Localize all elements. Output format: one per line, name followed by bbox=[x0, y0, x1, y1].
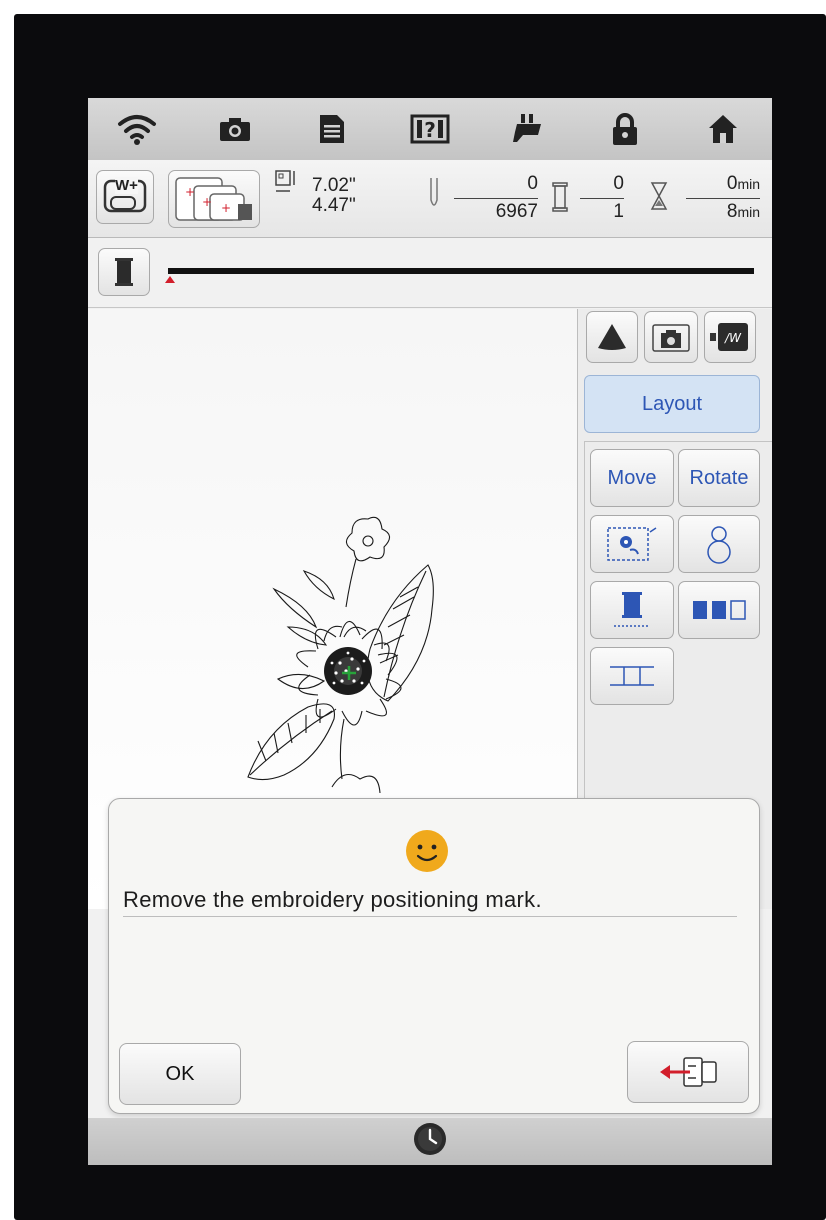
ok-label: OK bbox=[165, 1062, 195, 1085]
frame-label: W+ bbox=[115, 177, 138, 194]
time-unit-total: min bbox=[737, 204, 760, 220]
top-toolbar: ? bbox=[88, 98, 772, 160]
dialog-message: Remove the embroidery positioning mark. bbox=[123, 887, 737, 917]
thread-color-button[interactable] bbox=[98, 248, 150, 296]
flower-in-frame-icon bbox=[607, 527, 657, 561]
three-spools-icon bbox=[693, 600, 746, 620]
presser-foot-icon[interactable] bbox=[508, 109, 548, 149]
my-design-snap-button[interactable]: /W bbox=[704, 311, 756, 363]
needle-icon bbox=[428, 178, 440, 217]
frame-retract-arrow-icon bbox=[660, 1057, 717, 1087]
frame-return-button[interactable] bbox=[627, 1041, 749, 1103]
help-icon[interactable]: ? bbox=[410, 109, 450, 149]
stitch-total: 6967 bbox=[495, 201, 538, 222]
embroidery-frame-button[interactable]: W+ bbox=[96, 170, 154, 224]
svg-text:/W: /W bbox=[724, 331, 742, 345]
thread-color-sort-button[interactable] bbox=[590, 581, 674, 639]
color-shuffle-button[interactable] bbox=[678, 581, 760, 639]
hourglass-icon bbox=[650, 182, 668, 215]
camera-icon[interactable] bbox=[215, 109, 255, 149]
rotate-button[interactable]: Rotate bbox=[678, 449, 760, 507]
triangle-icon bbox=[598, 324, 626, 350]
progress-marker[interactable] bbox=[165, 276, 175, 283]
pattern-height: 4.47" bbox=[312, 195, 356, 216]
document-icon[interactable] bbox=[312, 109, 352, 149]
wifi-icon[interactable] bbox=[117, 109, 157, 149]
pattern-width: 7.02" bbox=[312, 175, 356, 196]
color-total: 1 bbox=[613, 201, 624, 222]
svg-text:+: + bbox=[185, 185, 195, 199]
svg-text:+: + bbox=[202, 195, 212, 209]
thread-cutting-button[interactable] bbox=[586, 311, 638, 363]
pattern-size-icon bbox=[274, 170, 300, 201]
time-total: 8 bbox=[726, 201, 738, 222]
pattern-position-button[interactable] bbox=[590, 515, 674, 573]
sewing-progress-row bbox=[88, 238, 772, 308]
blue-spool-icon bbox=[614, 592, 650, 627]
touch-screen: ? W+ + + + 7.02" 4.47" 0 6967 0 1 0min 8… bbox=[88, 98, 772, 1165]
frame-selection-button[interactable]: + + + bbox=[168, 170, 260, 228]
camera-frame-icon bbox=[652, 324, 690, 352]
progress-bar[interactable] bbox=[168, 268, 754, 274]
svg-text:+: + bbox=[221, 201, 231, 215]
stitch-current: 0 bbox=[527, 173, 538, 194]
spool-icon bbox=[115, 258, 133, 286]
home-icon[interactable] bbox=[703, 109, 743, 149]
thread-spool-icon bbox=[552, 182, 568, 217]
design-snap-icon: /W bbox=[710, 323, 748, 351]
embroidery-camera-button[interactable] bbox=[644, 311, 698, 363]
time-unit-current: min bbox=[737, 176, 760, 192]
move-label: Move bbox=[607, 466, 657, 489]
rotate-label: Rotate bbox=[689, 466, 749, 489]
bobbin-button[interactable] bbox=[678, 515, 760, 573]
smiley-icon bbox=[405, 829, 449, 878]
move-button[interactable]: Move bbox=[590, 449, 674, 507]
bottom-status-bar bbox=[88, 1118, 772, 1165]
lock-icon[interactable] bbox=[605, 109, 645, 149]
ok-button[interactable]: OK bbox=[119, 1043, 241, 1105]
figure-eight-icon bbox=[707, 526, 731, 564]
time-current: 0 bbox=[726, 173, 738, 194]
basting-button[interactable] bbox=[590, 647, 674, 705]
color-current: 0 bbox=[613, 173, 624, 194]
clock-icon[interactable] bbox=[412, 1121, 448, 1162]
svg-text:?: ? bbox=[424, 118, 436, 142]
layout-button[interactable]: Layout bbox=[584, 375, 760, 433]
layout-label: Layout bbox=[641, 392, 703, 415]
status-info-bar: W+ + + + 7.02" 4.47" 0 6967 0 1 0min 8mi… bbox=[88, 160, 772, 238]
message-dialog: Remove the embroidery positioning mark. … bbox=[108, 798, 760, 1114]
basting-frame-icon bbox=[610, 666, 654, 686]
